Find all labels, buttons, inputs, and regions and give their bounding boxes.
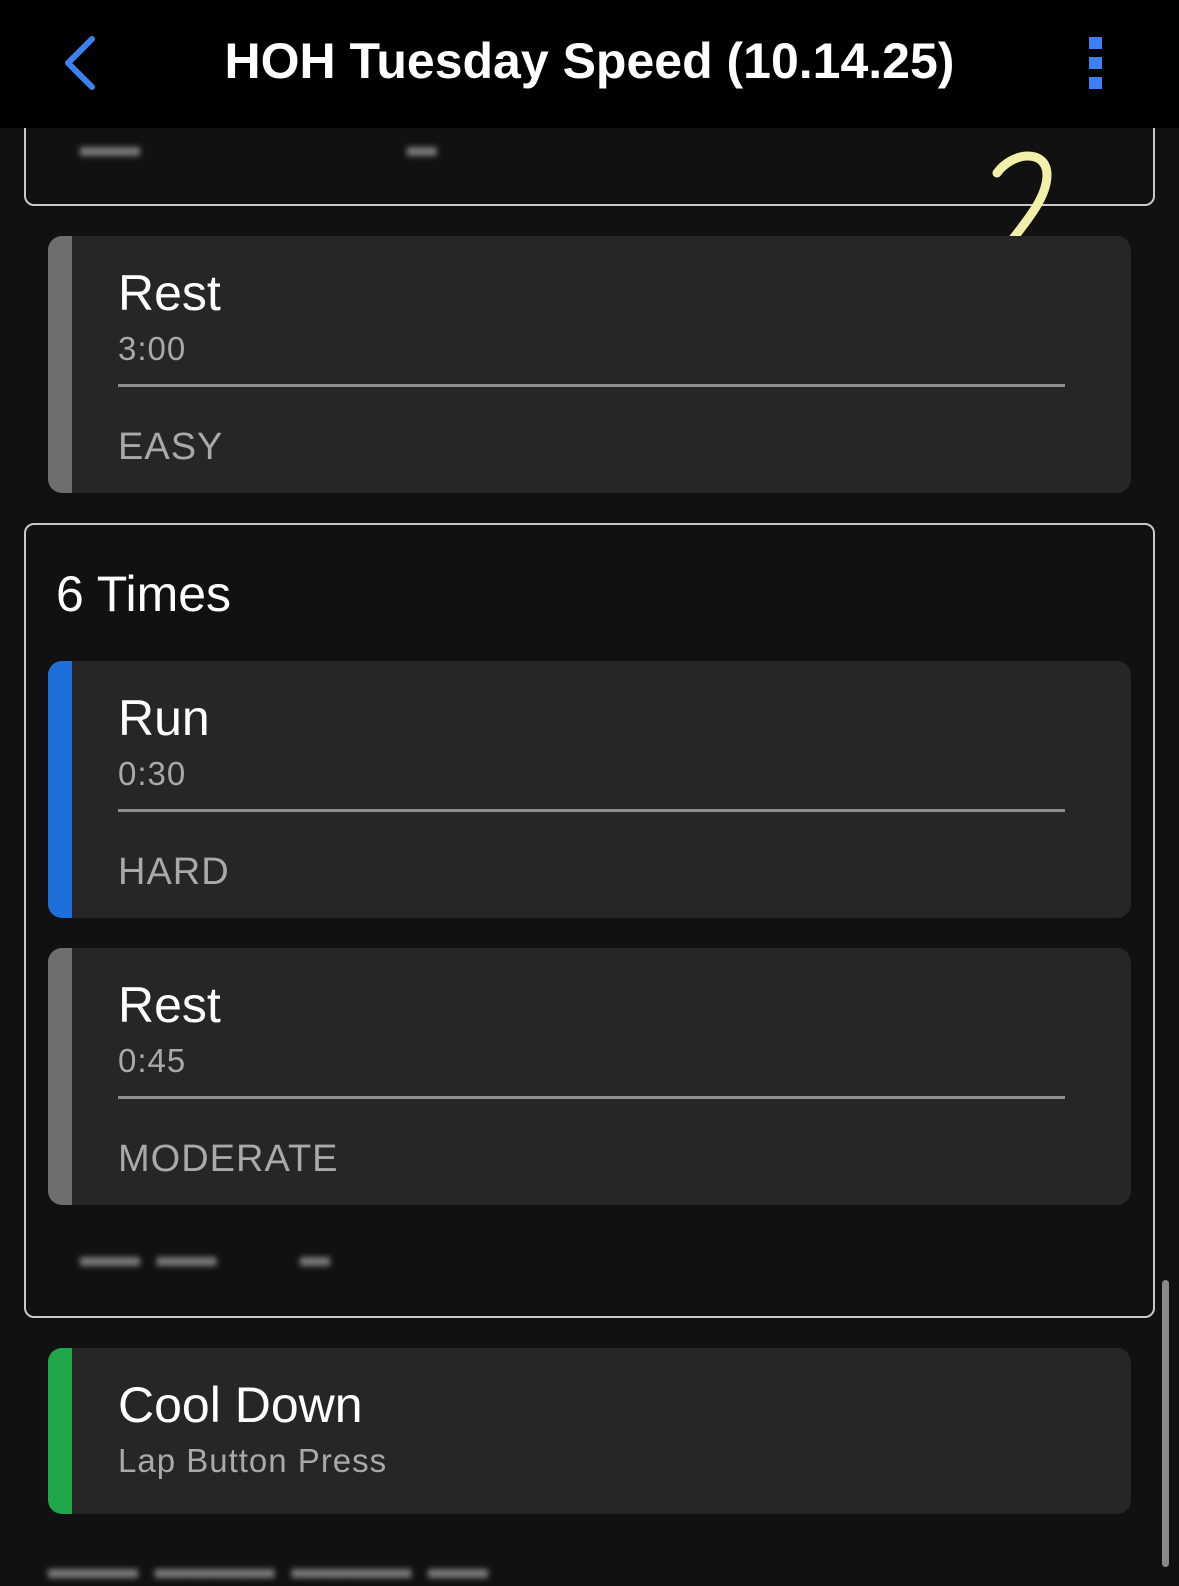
step-intensity: HARD <box>118 851 230 893</box>
back-button[interactable] <box>50 30 110 96</box>
workout-step-card[interactable]: Cool Down Lap Button Press <box>48 1348 1131 1514</box>
workout-step-card[interactable]: Rest 3:00 EASY <box>48 236 1131 493</box>
vertical-dots-icon <box>1089 37 1102 89</box>
step-duration: 3:00 <box>118 330 187 367</box>
chevron-left-icon <box>65 36 95 90</box>
step-intensity: EASY <box>118 426 224 468</box>
step-duration: Lap Button Press <box>118 1442 388 1479</box>
workout-step-card[interactable]: Rest 0:45 MODERATE <box>48 948 1131 1205</box>
step-name: Rest <box>118 265 221 321</box>
repeat-count-label: 6 Times <box>56 566 232 622</box>
step-color-stripe <box>48 661 72 918</box>
step-duration: 0:30 <box>118 755 187 792</box>
step-name: Run <box>118 690 210 746</box>
step-color-stripe <box>48 948 72 1205</box>
step-divider <box>118 809 1065 812</box>
step-color-stripe <box>48 1348 72 1514</box>
obscured-text: ▬▬ ▬▬ ▬ <box>80 1240 331 1273</box>
step-duration: 0:45 <box>118 1042 187 1079</box>
obscured-text: ▬▬▬ ▬▬▬▬ ▬▬▬▬ ▬▬ <box>48 1552 489 1585</box>
top-app-bar: HOH Tuesday Speed (10.14.25) <box>0 0 1179 128</box>
step-color-stripe <box>48 236 72 493</box>
step-name: Rest <box>118 977 221 1033</box>
step-divider <box>118 384 1065 387</box>
more-options-button[interactable] <box>1076 30 1116 96</box>
step-divider <box>118 1096 1065 1099</box>
page-title: HOH Tuesday Speed (10.14.25) <box>224 33 955 89</box>
obscured-text: ▬▬ ▬ <box>80 130 437 163</box>
scrollbar[interactable] <box>1162 1280 1169 1567</box>
step-name: Cool Down <box>118 1377 363 1433</box>
workout-step-card[interactable]: Run 0:30 HARD <box>48 661 1131 918</box>
step-intensity: MODERATE <box>118 1138 339 1180</box>
